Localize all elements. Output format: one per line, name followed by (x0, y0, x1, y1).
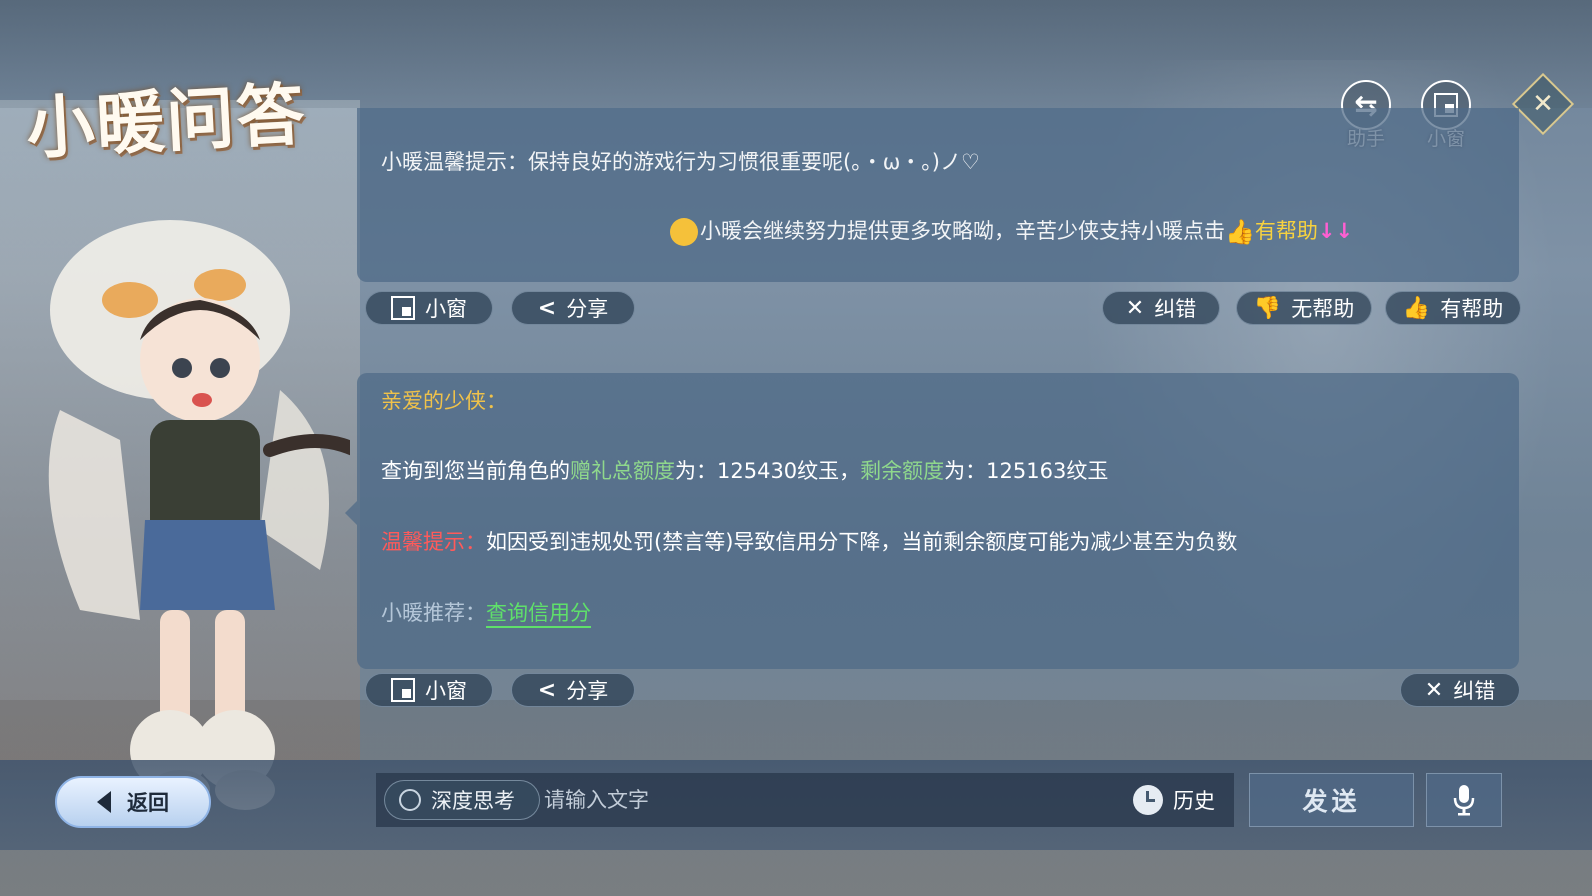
share-label-2: 分享 (566, 679, 609, 703)
warning-tip-label: 温馨提示： (381, 530, 486, 554)
not-helpful-button[interactable]: 👎 无帮助 (1236, 291, 1372, 325)
kiss-face-icon (670, 218, 698, 246)
cross-icon: ✕ (1424, 677, 1444, 703)
remaining-quota-value: 为：125163纹玉 (944, 459, 1109, 483)
warning-tip-line: 温馨提示：如因受到违规处罚(禁言等)导致信用分下降，当前剩余额度可能为减少甚至为… (381, 526, 1237, 556)
message-bubble-answer: 亲爱的少侠： 查询到您当前角色的赠礼总额度为：125430纹玉，剩余额度为：12… (345, 373, 1519, 669)
warning-tip-text: 如因受到违规处罚(禁言等)导致信用分下降，当前剩余额度可能为减少甚至为负数 (486, 530, 1238, 554)
correct-label-1: 纠错 (1154, 297, 1197, 321)
clock-icon (1133, 785, 1163, 815)
remaining-quota-label: 剩余额度 (860, 459, 945, 483)
share-label-1: 分享 (566, 297, 609, 321)
microphone-button[interactable] (1426, 773, 1502, 827)
thumbs-down-icon: 👎 (1253, 295, 1282, 321)
query-prefix: 查询到您当前角色的 (381, 459, 570, 483)
share-button-2[interactable]: < 分享 (511, 673, 635, 707)
character-illustration (48, 220, 350, 810)
small-window-button-1[interactable]: 小窗 (365, 291, 493, 325)
correct-button-1[interactable]: ✕ 纠错 (1102, 291, 1220, 325)
correct-button-2[interactable]: ✕ 纠错 (1400, 673, 1520, 707)
small-window-label-2: 小窗 (425, 679, 467, 703)
deep-think-toggle[interactable]: 深度思考 (384, 780, 540, 820)
support-highlight: 有帮助 (1254, 219, 1318, 243)
cross-icon: ✕ (1125, 295, 1145, 321)
thumbs-up-icon: 👍 (1225, 218, 1255, 246)
back-label: 返回 (127, 791, 169, 815)
page-title: 小暖问答 (24, 74, 309, 170)
chat-input-bar: 深度思考 历史 (376, 773, 1234, 827)
chat-input[interactable] (544, 780, 1104, 820)
recommendation-label: 小暖推荐： (381, 601, 486, 625)
quota-query-line: 查询到您当前角色的赠礼总额度为：125430纹玉，剩余额度为：125163纹玉 (381, 455, 1108, 485)
support-text: 小暖会继续努力提供更多攻略呦，辛苦少侠支持小暖点击 (700, 219, 1225, 243)
total-quota-value: 为：125430纹玉， (675, 459, 861, 483)
greeting-text: 亲爱的少侠： (381, 389, 507, 413)
down-arrows-icon: ↓↓ (1317, 219, 1354, 243)
helpful-button[interactable]: 👍 有帮助 (1385, 291, 1521, 325)
back-arrow-icon (97, 791, 111, 813)
history-label: 历史 (1173, 789, 1215, 813)
close-icon: ✕ (1532, 89, 1554, 119)
message-bubble-tip: 小暖温馨提示：保持良好的游戏行为习惯很重要呢(。・ω・。)ノ♡ 小暖会继续努力提… (357, 108, 1519, 282)
microphone-icon (1453, 785, 1475, 816)
small-window-label-1: 小窗 (425, 297, 467, 321)
recommendation-line: 小暖推荐：查询信用分 (381, 597, 591, 627)
deep-think-label: 深度思考 (431, 789, 515, 813)
radio-icon (399, 789, 421, 811)
message-tip-text: 小暖温馨提示：保持良好的游戏行为习惯很重要呢(。・ω・。)ノ♡ (381, 150, 980, 174)
not-helpful-label: 无帮助 (1291, 297, 1355, 321)
back-button[interactable]: 返回 (55, 776, 211, 828)
share-button-1[interactable]: < 分享 (511, 291, 635, 325)
credit-score-link[interactable]: 查询信用分 (486, 601, 591, 625)
message-support-line: 小暖会继续努力提供更多攻略呦，辛苦少侠支持小暖点击👍有帮助↓↓ (670, 215, 1353, 246)
small-window-button-2[interactable]: 小窗 (365, 673, 493, 707)
share-icon: < (537, 677, 557, 703)
helpful-label: 有帮助 (1440, 297, 1504, 321)
thumbs-up-icon: 👍 (1402, 295, 1431, 321)
window-icon (391, 678, 415, 702)
correct-label-2: 纠错 (1453, 679, 1496, 703)
send-button[interactable]: 发送 (1249, 773, 1414, 827)
window-icon (391, 296, 415, 320)
share-icon: < (537, 295, 557, 321)
total-quota-label: 赠礼总额度 (570, 459, 675, 483)
history-button[interactable]: 历史 (1133, 781, 1215, 819)
